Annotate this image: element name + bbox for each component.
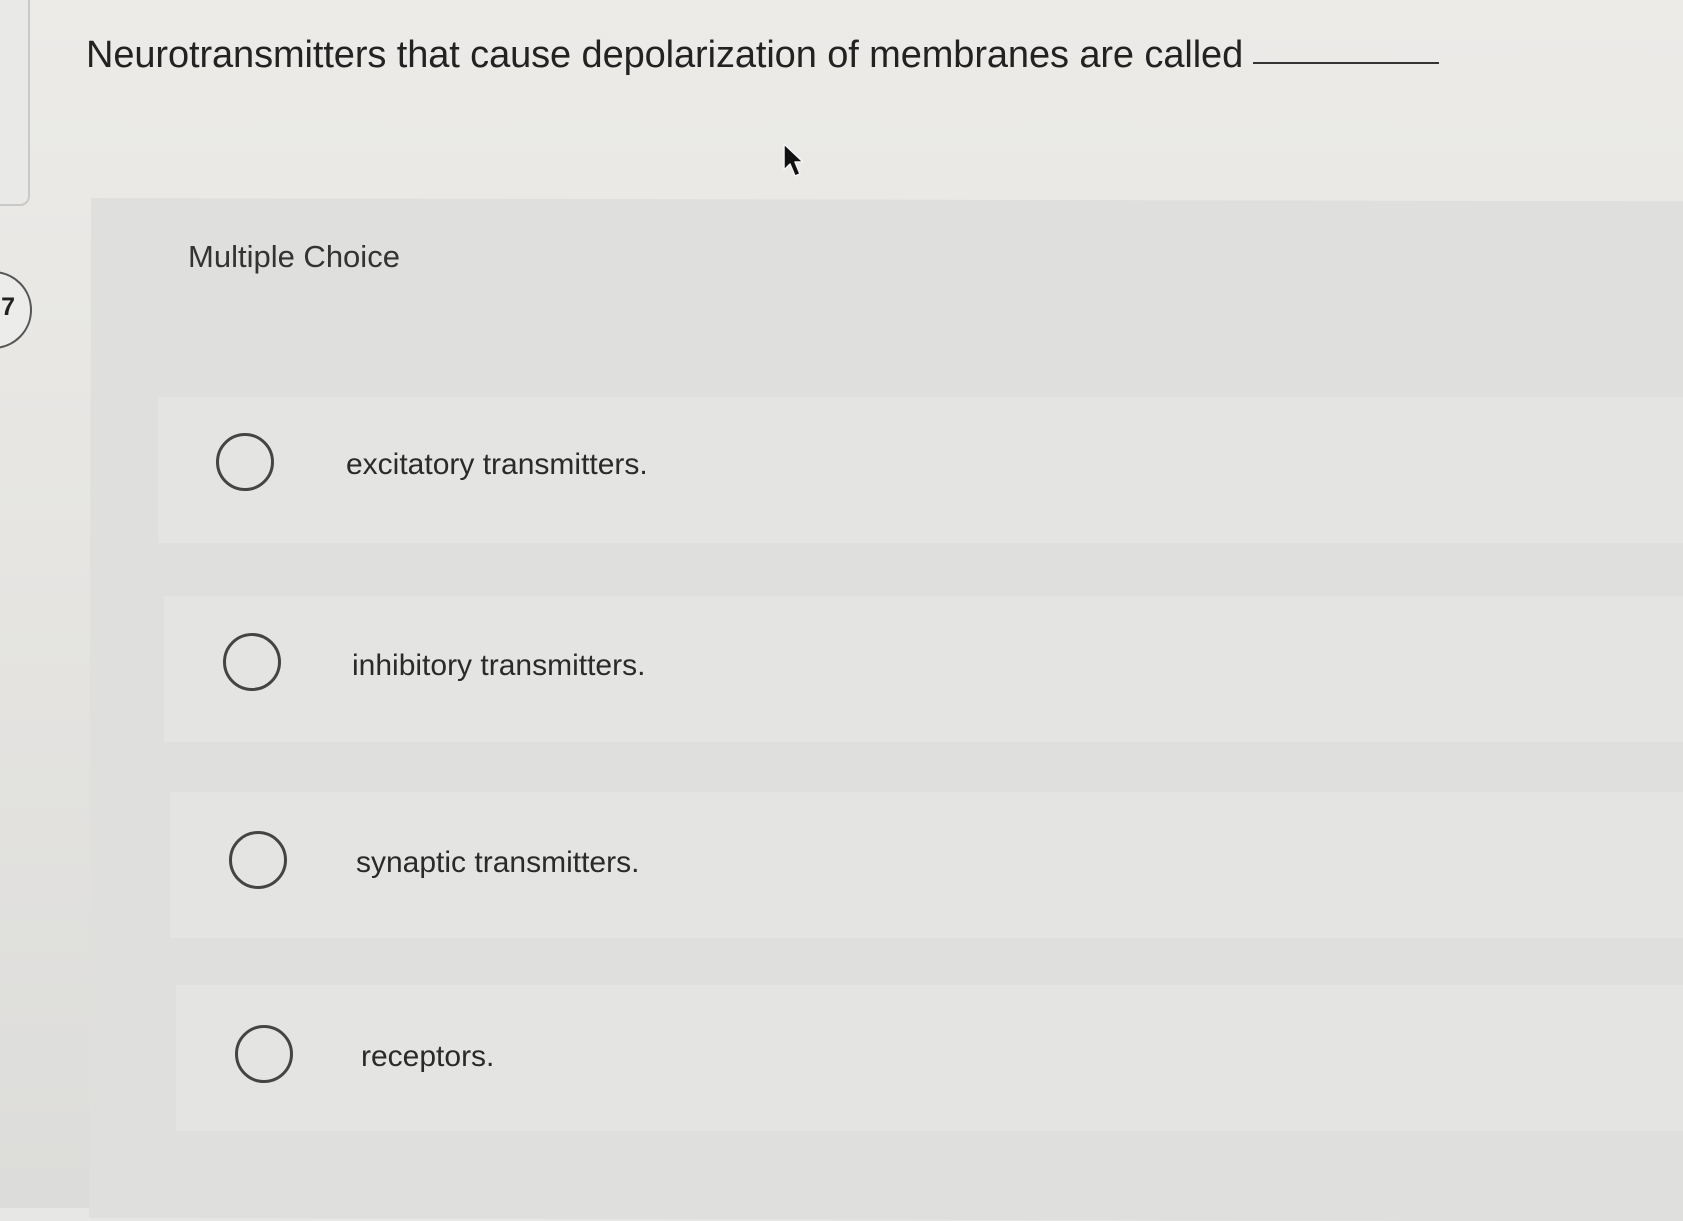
answer-option-label[interactable]: inhibitory transmitters. [352,649,645,683]
question-prompt: Neurotransmitters that cause depolarizat… [86,34,1440,77]
radio-unselected-icon[interactable] [223,633,281,691]
radio-unselected-icon[interactable] [216,433,274,491]
answer-option-receptors[interactable]: receptors. [176,985,1683,1131]
answer-option-inhibitory[interactable]: inhibitory transmitters. [164,596,1683,742]
arrow-cursor-icon [783,143,804,177]
question-number: 7 [1,293,15,321]
answer-blank [1253,62,1440,64]
radio-unselected-icon[interactable] [235,1025,293,1083]
radio-unselected-icon[interactable] [229,831,287,889]
previous-question-card-edge [0,0,30,206]
answer-option-label[interactable]: receptors. [361,1040,494,1074]
answer-option-synaptic[interactable]: synaptic transmitters. [170,792,1683,938]
multiple-choice-label: Multiple Choice [188,239,400,274]
answer-option-label[interactable]: synaptic transmitters. [356,846,639,880]
answer-option-excitatory[interactable]: excitatory transmitters. [158,397,1683,543]
answer-option-label[interactable]: excitatory transmitters. [346,448,648,482]
question-text: Neurotransmitters that cause depolarizat… [86,34,1244,76]
